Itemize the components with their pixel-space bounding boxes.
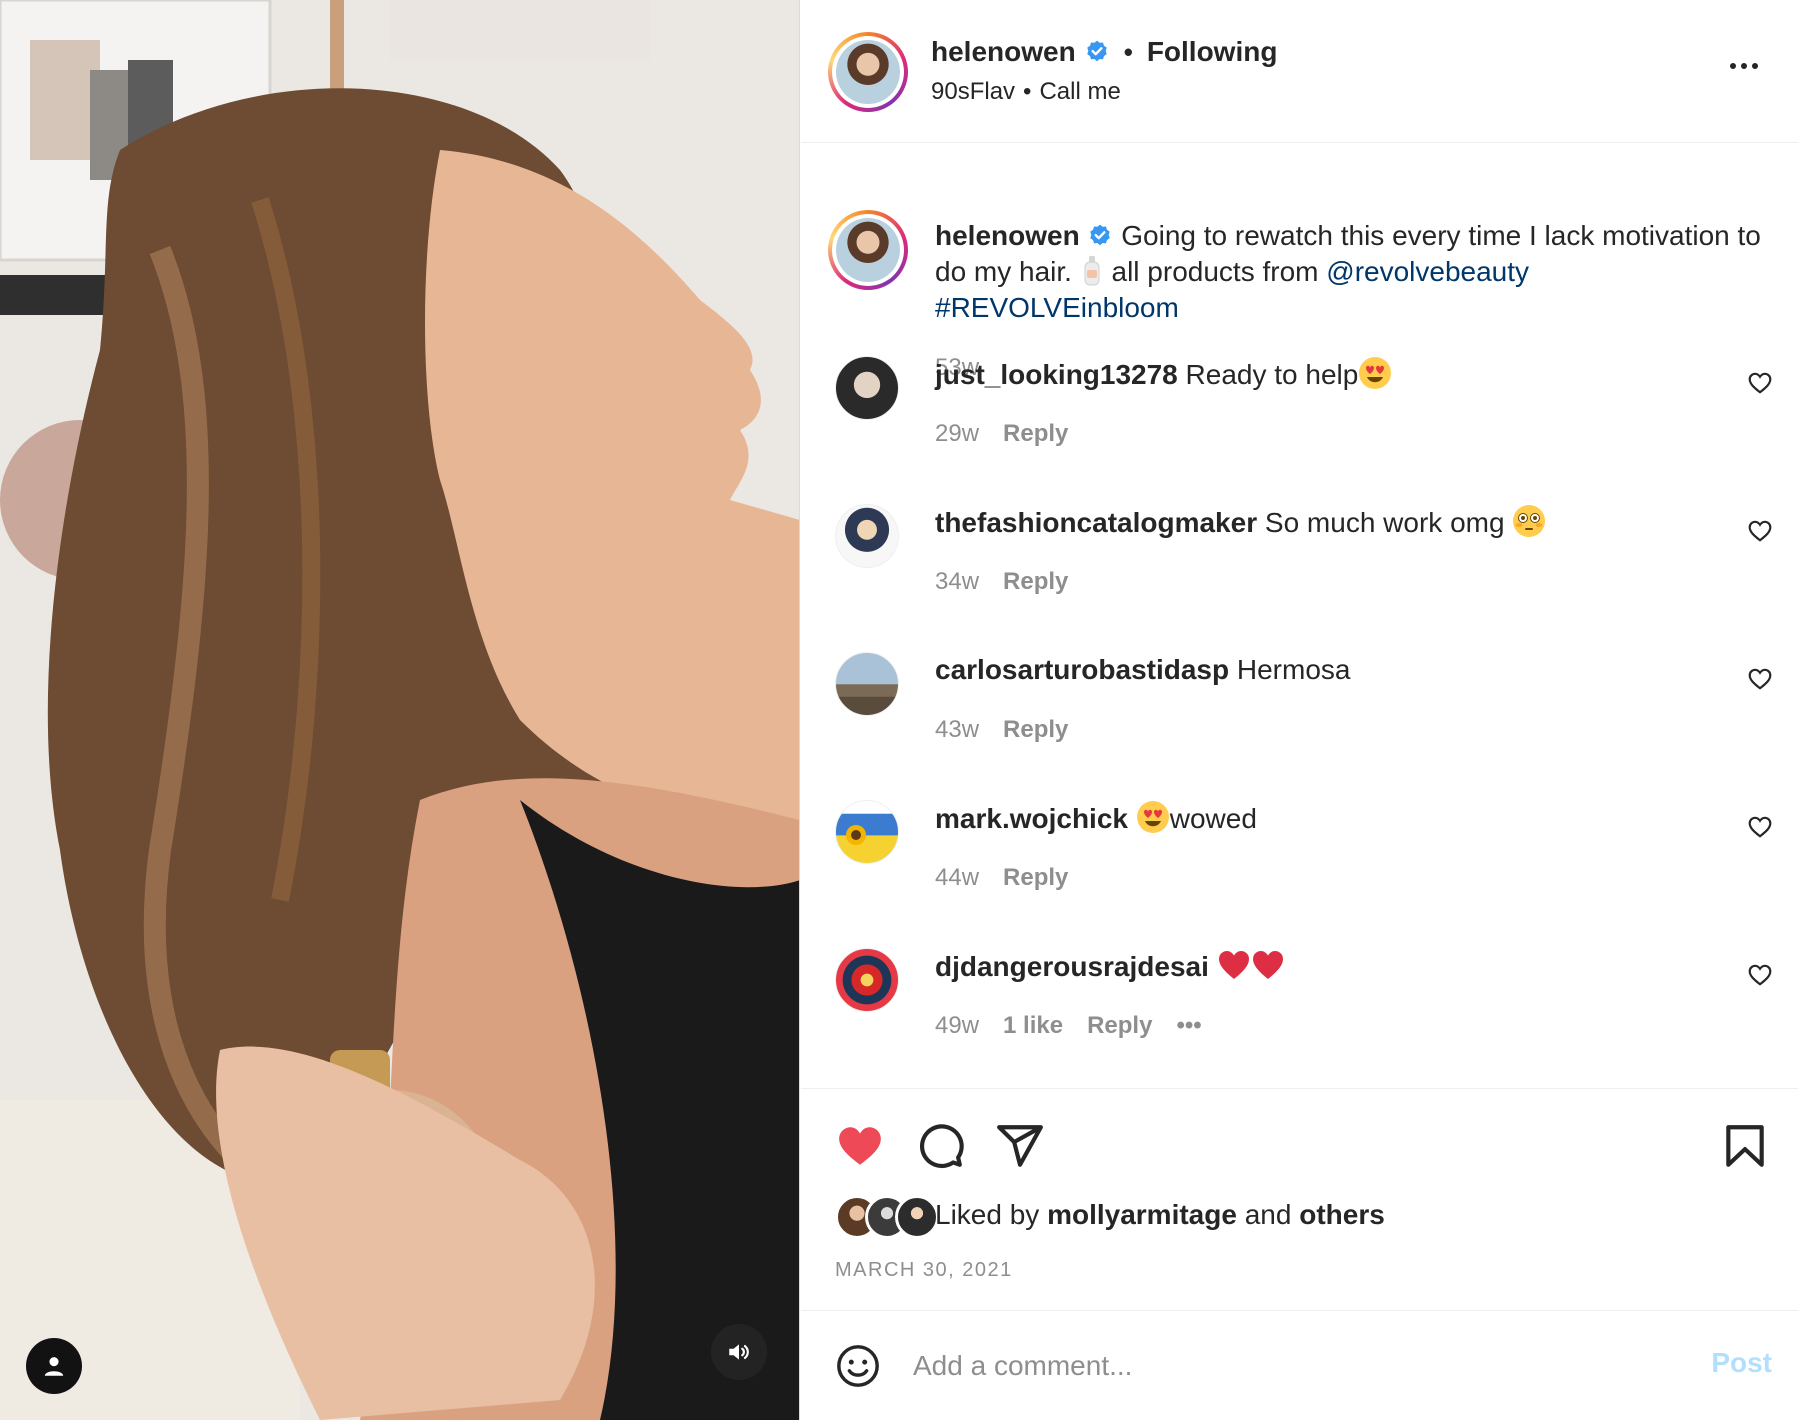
post-video-frame	[0, 0, 799, 1420]
red-heart-emoji	[1252, 951, 1283, 979]
liked-by-and: and	[1244, 1199, 1292, 1230]
comment-like-heart-icon[interactable]	[1747, 370, 1773, 396]
comment-meta: 49w 1 like Reply •••	[935, 1012, 1202, 1040]
tagged-users-button[interactable]	[26, 1338, 82, 1394]
comment-bubble-icon[interactable]	[915, 1121, 965, 1171]
comment-text: mark.wojchick wowed	[935, 800, 1735, 837]
audio-toggle-button[interactable]	[711, 1324, 767, 1380]
reply-button[interactable]: Reply	[1003, 420, 1068, 448]
comment-avatar[interactable]	[835, 652, 899, 716]
more-options-button[interactable]	[1730, 56, 1766, 76]
caption-body-continued: all products from	[1111, 256, 1319, 287]
author-avatar[interactable]	[828, 32, 908, 112]
post-media[interactable]	[0, 0, 800, 1420]
comment-timestamp[interactable]: 49w	[935, 1012, 979, 1040]
share-send-icon[interactable]	[995, 1121, 1045, 1171]
comment-row: thefashioncatalogmaker So much work omg …	[801, 504, 1798, 652]
comments-list[interactable]: helenowen Going to rewatch this every ti…	[801, 144, 1798, 1088]
comment-like-count[interactable]: 1 like	[1003, 1012, 1063, 1040]
speaker-icon	[729, 1344, 749, 1360]
comment-avatar[interactable]	[835, 800, 899, 864]
following-button[interactable]: Following	[1147, 36, 1278, 68]
sunflower-icon	[846, 825, 866, 845]
comment-username[interactable]: just_looking13278	[935, 359, 1178, 390]
liked-by-user[interactable]: mollyarmitage	[1047, 1199, 1237, 1230]
comment-meta: 43w Reply	[935, 716, 1068, 744]
comment-input[interactable]	[913, 1341, 1673, 1391]
comment-body: Hermosa	[1236, 654, 1351, 685]
audio-separator: •	[1023, 78, 1032, 105]
hashtag-link[interactable]: #REVOLVEinbloom	[935, 292, 1179, 323]
save-bookmark-icon[interactable]	[1720, 1121, 1770, 1171]
emoji-picker-icon[interactable]	[835, 1343, 881, 1389]
comment-timestamp[interactable]: 34w	[935, 568, 979, 596]
comment-body: wowed	[1169, 803, 1257, 834]
author-row: helenowen • Following	[931, 36, 1277, 68]
comment-username[interactable]: mark.wojchick	[935, 803, 1128, 834]
comment-like-heart-icon[interactable]	[1747, 666, 1773, 692]
comment-row: carlosarturobastidasp Hermosa 43w Reply	[801, 652, 1798, 800]
post-date[interactable]: MARCH 30, 2021	[835, 1259, 1013, 1282]
comment-meta: 34w Reply	[935, 568, 1068, 596]
comment-meta: 44w Reply	[935, 864, 1068, 892]
liked-by-summary[interactable]: Liked by mollyarmitage and others	[935, 1199, 1385, 1231]
comment-avatar[interactable]	[835, 356, 899, 420]
more-dots-icon	[1730, 63, 1736, 69]
post-header: helenowen • Following 90sFlav • Call me	[801, 0, 1798, 143]
audio-title: Call me	[1039, 78, 1121, 105]
red-heart-emoji	[1218, 951, 1249, 979]
comment-timestamp[interactable]: 43w	[935, 716, 979, 744]
comment-text: carlosarturobastidasp Hermosa	[935, 652, 1735, 688]
comment-username[interactable]: djdangerousrajdesai	[935, 951, 1209, 982]
comment-meta: 29w Reply	[935, 420, 1068, 448]
reply-button[interactable]: Reply	[1003, 568, 1068, 596]
comment-body: Ready to help	[1185, 359, 1359, 390]
add-comment-bar: Post	[801, 1310, 1798, 1420]
verified-badge-icon	[1090, 224, 1111, 246]
like-heart-icon[interactable]	[835, 1121, 885, 1171]
comment-body: So much work omg	[1264, 507, 1505, 538]
comment-options-icon[interactable]: •••	[1176, 1012, 1201, 1040]
comment-like-heart-icon[interactable]	[1747, 814, 1773, 840]
comment-text: djdangerousrajdesai	[935, 948, 1735, 985]
heart-eyes-emoji	[1136, 801, 1169, 833]
liked-by-prefix: Liked by	[935, 1199, 1040, 1230]
caption-author-avatar[interactable]	[828, 210, 908, 290]
author-username[interactable]: helenowen	[931, 36, 1076, 68]
caption-text: helenowen Going to rewatch this every ti…	[935, 218, 1775, 326]
caption-username[interactable]: helenowen	[935, 220, 1080, 251]
comment-avatar[interactable]	[835, 504, 899, 568]
comment-row: mark.wojchick wowed 44w Reply	[801, 800, 1798, 948]
post-comment-button[interactable]: Post	[1711, 1347, 1772, 1379]
post-actions: Liked by mollyarmitage and others MARCH …	[801, 1088, 1798, 1310]
comment-row: djdangerousrajdesai 49w 1 like Reply •••	[801, 948, 1798, 1088]
comment-row: just_looking13278 Ready to help 29w Repl…	[801, 356, 1798, 504]
user-icon	[44, 1357, 64, 1376]
lotion-bottle-emoji	[1084, 256, 1100, 286]
post-details-panel: helenowen • Following 90sFlav • Call me …	[801, 0, 1798, 1420]
comment-avatar[interactable]	[835, 948, 899, 1012]
reply-button[interactable]: Reply	[1003, 716, 1068, 744]
comment-like-heart-icon[interactable]	[1747, 518, 1773, 544]
comment-timestamp[interactable]: 29w	[935, 420, 979, 448]
comment-username[interactable]: carlosarturobastidasp	[935, 654, 1229, 685]
liker-avatars	[835, 1195, 939, 1239]
heart-eyes-emoji	[1359, 357, 1392, 389]
comment-username[interactable]: thefashioncatalogmaker	[935, 507, 1257, 538]
header-separator: •	[1123, 36, 1133, 67]
comment-like-heart-icon[interactable]	[1747, 962, 1773, 988]
liked-by-others[interactable]: others	[1299, 1199, 1385, 1230]
mention-link[interactable]: @revolvebeauty	[1326, 256, 1529, 287]
flushed-emoji	[1513, 505, 1546, 537]
audio-attribution[interactable]: 90sFlav • Call me	[931, 78, 1121, 106]
reply-button[interactable]: Reply	[1087, 1012, 1152, 1040]
comment-timestamp[interactable]: 44w	[935, 864, 979, 892]
audio-artist: 90sFlav	[931, 78, 1016, 105]
verified-badge-icon	[1086, 40, 1107, 62]
comment-text: thefashioncatalogmaker So much work omg	[935, 504, 1735, 541]
reply-button[interactable]: Reply	[1003, 864, 1068, 892]
comment-text: just_looking13278 Ready to help	[935, 356, 1735, 393]
